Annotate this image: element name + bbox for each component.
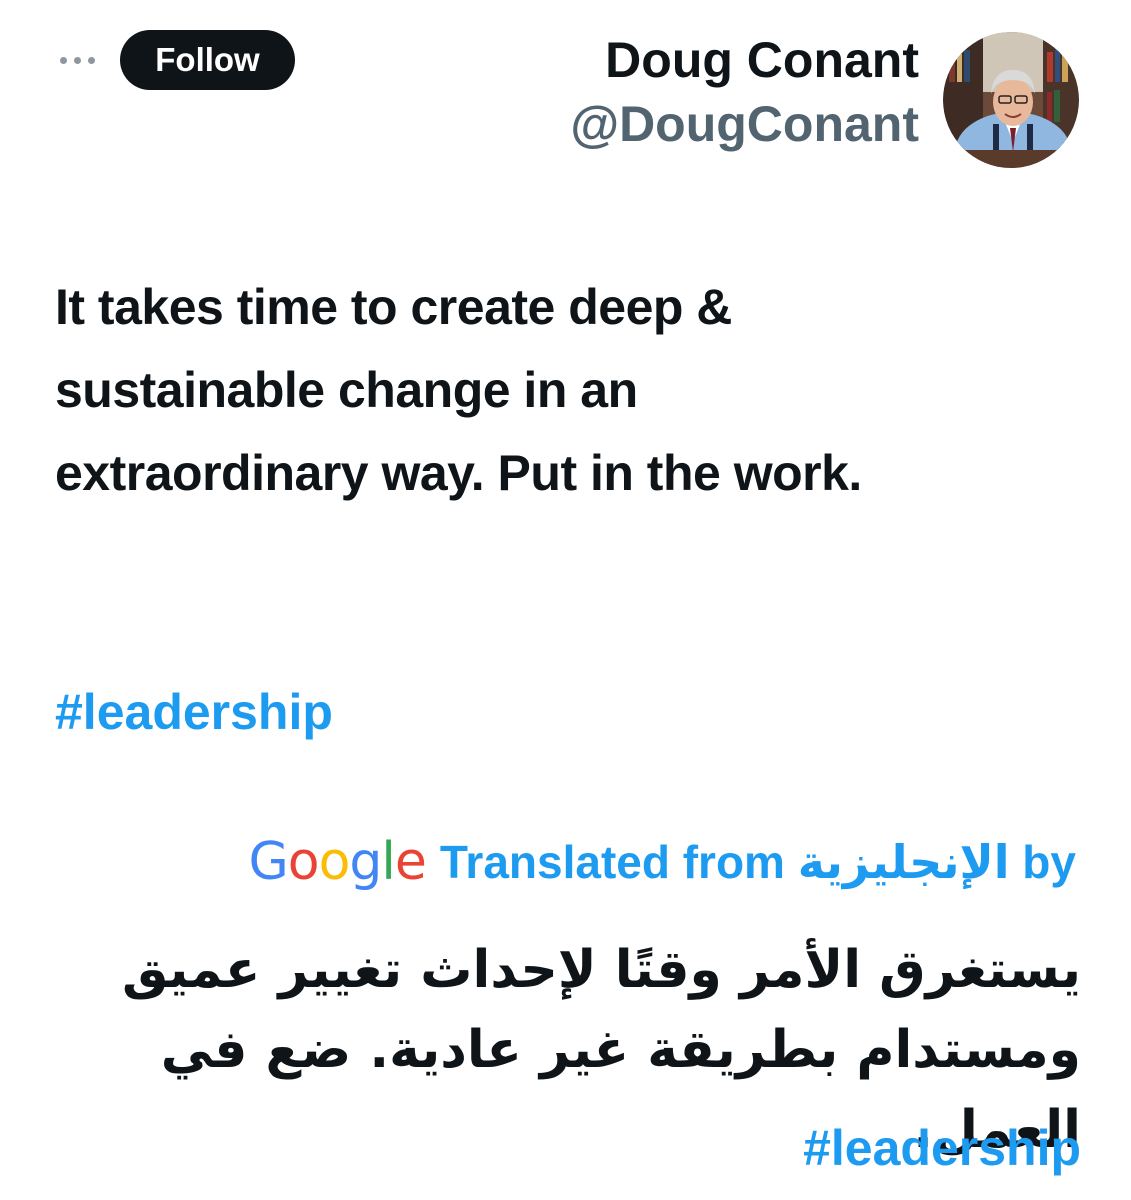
google-logo-letter: g bbox=[349, 832, 382, 892]
more-horizontal-icon-dot bbox=[87, 56, 95, 64]
user-handle[interactable]: @DougConant bbox=[570, 90, 919, 158]
follow-button[interactable]: Follow bbox=[120, 30, 295, 90]
hashtag-link[interactable]: #leadership bbox=[55, 672, 333, 752]
google-logo-letter: o bbox=[318, 832, 351, 892]
more-horizontal-icon-dot bbox=[73, 56, 81, 64]
more-horizontal-icon bbox=[59, 56, 67, 64]
display-name[interactable]: Doug Conant bbox=[570, 30, 919, 90]
google-logo: Google bbox=[248, 832, 427, 892]
more-options-button[interactable] bbox=[52, 42, 102, 78]
author-info[interactable]: Doug Conant @DougConant bbox=[570, 30, 919, 158]
tweet-header: Follow Doug Conant @DougConant bbox=[0, 0, 1131, 180]
translated-from-label[interactable]: Translated from الإنجليزية by bbox=[440, 835, 1076, 889]
avatar-image bbox=[943, 32, 1079, 168]
tweet-text: It takes time to create deep & sustainab… bbox=[55, 279, 862, 501]
google-logo-letter: e bbox=[394, 832, 427, 892]
google-logo-letter: G bbox=[248, 832, 288, 892]
avatar[interactable] bbox=[943, 32, 1079, 168]
google-logo-letter: l bbox=[381, 832, 395, 892]
translation-attribution[interactable]: Google Translated from الإنجليزية by bbox=[248, 827, 1076, 897]
translated-hashtag-link[interactable]: #leadership bbox=[803, 1110, 1081, 1186]
google-logo-letter: o bbox=[287, 832, 320, 892]
